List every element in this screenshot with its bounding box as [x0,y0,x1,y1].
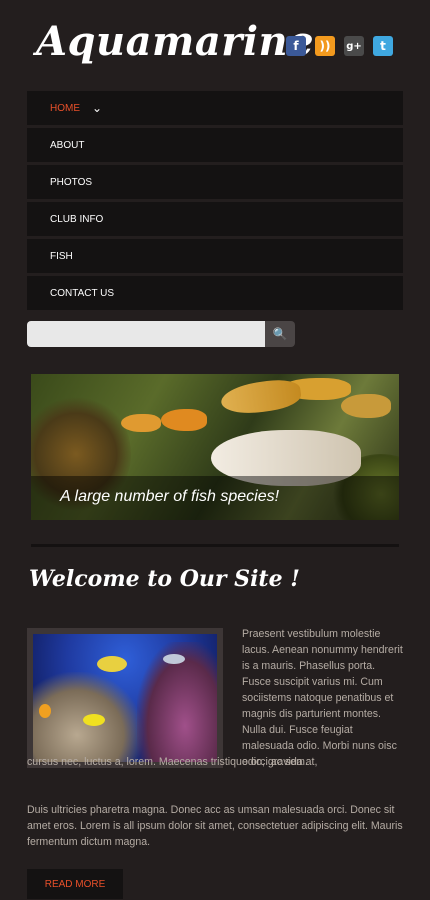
nav-item-about[interactable]: ABOUT [27,128,403,162]
fish-image [97,656,127,672]
site-logo[interactable]: Aquamarine [36,18,314,65]
search-input[interactable] [27,321,265,347]
article-text-second: Duis ultricies pharetra magna. Donec acc… [27,804,403,848]
slider-image-fish [341,394,391,418]
social-icons: f )) g+ t [286,36,393,56]
nav-item-photos[interactable]: PHOTOS [27,165,403,199]
aquarium-image [33,634,217,762]
slider-image-fish [161,409,207,431]
article-text: Praesent vestibulum molestie lacus. Aene… [242,628,403,768]
nav-item-label: CONTACT US [50,287,115,299]
nav-item-label: FISH [50,250,73,262]
chevron-down-icon: ⌄ [92,101,103,115]
rss-icon[interactable]: )) [315,36,335,56]
article-text-continued: cursus nec, luctus a, lorem. Maecenas tr… [27,756,308,768]
fish-image [163,654,185,664]
search-bar: 🔍 [27,321,295,347]
nav-item-fish[interactable]: FISH [27,239,403,273]
divider [31,544,399,547]
nav-item-club-info[interactable]: CLUB INFO [27,202,403,236]
slider-caption: A large number of fish species! [60,488,280,505]
nav-item-label: PHOTOS [50,176,93,188]
hero-slider[interactable]: A large number of fish species! [31,374,399,520]
main-nav: HOME ⌄ ABOUT PHOTOS CLUB INFO FISH CONTA… [27,91,403,313]
fish-image [39,704,51,718]
nav-item-label: HOME [50,102,80,114]
nav-item-contact-us[interactable]: CONTACT US [27,276,403,310]
slider-image-fish [121,414,161,432]
read-more-button[interactable]: READ MORE [27,869,123,899]
facebook-icon[interactable]: f [286,36,306,56]
search-button[interactable]: 🔍 [265,321,295,347]
article-photo [27,628,223,768]
google-plus-icon[interactable]: g+ [344,36,364,56]
twitter-icon[interactable]: t [373,36,393,56]
page-title: Welcome to Our Site ! [29,566,300,592]
nav-item-label: CLUB INFO [50,213,104,225]
fish-image [83,714,105,726]
nav-item-label: ABOUT [50,139,85,151]
nav-item-home[interactable]: HOME ⌄ [27,91,403,125]
slider-image-fish [219,376,303,418]
search-icon: 🔍 [272,327,288,341]
